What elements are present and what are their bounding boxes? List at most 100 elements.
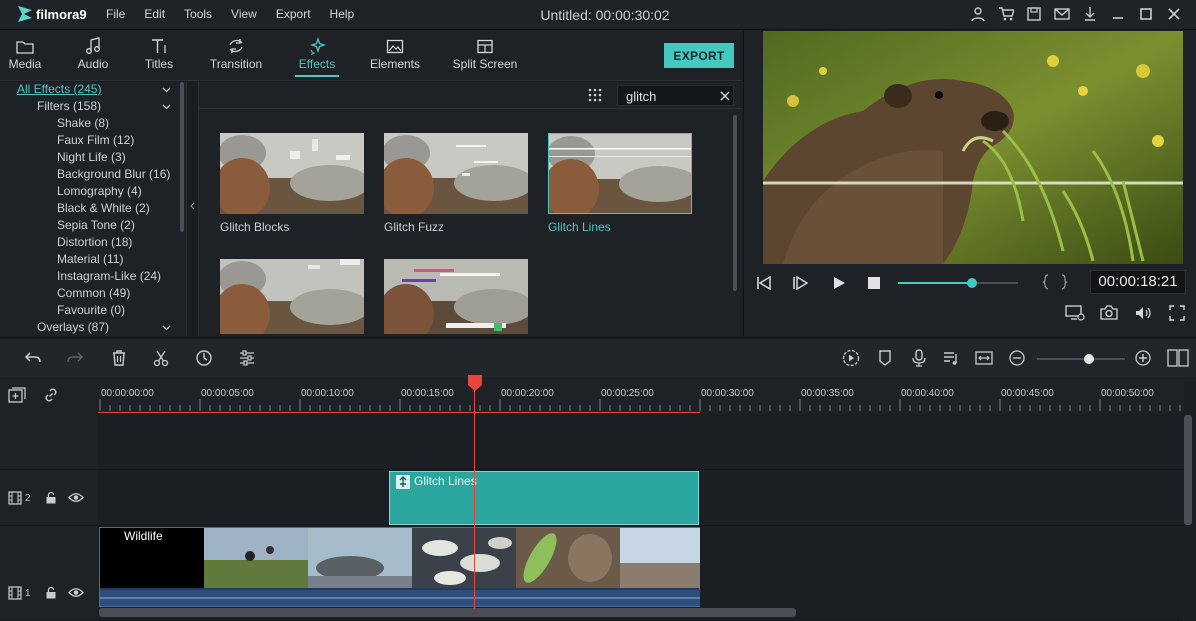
stop-icon[interactable] xyxy=(868,277,880,289)
timeline-horizontal-scrollbar[interactable] xyxy=(99,608,796,617)
speed-clock-icon[interactable] xyxy=(195,349,213,367)
close-icon[interactable] xyxy=(1166,6,1182,22)
tree-item[interactable]: Favourite (0) xyxy=(57,303,186,320)
minimize-icon[interactable] xyxy=(1110,6,1126,22)
video-preview xyxy=(763,31,1183,264)
tree-item[interactable]: Faux Film (12) xyxy=(57,133,186,150)
timeline-vertical-scrollbar[interactable] xyxy=(1184,415,1192,525)
glitch-effect-preview-image xyxy=(220,259,364,334)
ruler-label: 00:00:10:00 xyxy=(301,388,354,399)
fullscreen-icon[interactable] xyxy=(1169,305,1185,321)
image-icon xyxy=(386,39,404,54)
tab-media[interactable]: Media xyxy=(0,31,50,79)
tree-item[interactable]: Background Blur (16) xyxy=(57,167,186,184)
next-frame-icon[interactable] xyxy=(792,276,808,290)
tree-item[interactable]: Material (11) xyxy=(57,252,186,269)
tab-label: Audio xyxy=(77,57,109,71)
tree-item[interactable]: Distortion (18) xyxy=(57,235,186,252)
cart-icon[interactable] xyxy=(998,6,1014,22)
tree-item[interactable]: Common (49) xyxy=(57,286,186,303)
tree-all-effects[interactable]: All Effects (245) xyxy=(17,82,186,99)
tree-item[interactable]: Sepia Tone (2) xyxy=(57,218,186,235)
window-controls xyxy=(970,6,1182,22)
chevron-down-icon[interactable] xyxy=(162,87,171,93)
grid-view-icon[interactable] xyxy=(588,88,602,102)
tab-label: Titles xyxy=(144,57,174,71)
effect-thumbnail[interactable] xyxy=(384,259,528,334)
glitch-blocks-preview-image xyxy=(220,133,364,214)
maximize-icon[interactable] xyxy=(1138,6,1154,22)
tab-split-screen[interactable]: Split Screen xyxy=(450,31,520,79)
redo-icon[interactable] xyxy=(66,349,84,367)
tab-transition[interactable]: Transition xyxy=(203,31,269,79)
render-preview-icon[interactable] xyxy=(1065,305,1085,321)
mark-in-out-icon[interactable] xyxy=(1042,274,1068,290)
preview-progress-track[interactable] xyxy=(898,278,1018,288)
play-icon[interactable] xyxy=(832,276,846,290)
tree-item[interactable]: Night Life (3) xyxy=(57,150,186,167)
timeline-ruler[interactable]: 00:00:00:00 00:00:05:00 00:00:10:00 00:0… xyxy=(98,377,1184,414)
marker-icon[interactable] xyxy=(876,349,894,367)
zoom-slider-handle[interactable] xyxy=(1084,354,1094,364)
zoom-out-icon[interactable] xyxy=(1008,349,1026,367)
download-icon[interactable] xyxy=(1082,6,1098,22)
delete-icon[interactable] xyxy=(110,349,128,367)
clear-search-icon[interactable] xyxy=(720,91,730,101)
fit-timeline-icon[interactable] xyxy=(975,349,993,367)
preview-progress-fill xyxy=(898,282,973,284)
chevron-down-icon[interactable] xyxy=(162,104,171,110)
tree-scrollbar[interactable] xyxy=(180,82,184,232)
empty-track-lane xyxy=(99,413,1183,470)
render-icon[interactable] xyxy=(842,349,860,367)
add-track-icon[interactable] xyxy=(8,387,26,403)
effect-clip[interactable]: Glitch Lines xyxy=(389,471,699,525)
tab-label: Elements xyxy=(369,57,421,71)
effect-thumbnail[interactable] xyxy=(220,133,364,214)
video-clip[interactable]: Wildlife xyxy=(99,527,700,607)
playhead-handle-icon[interactable] xyxy=(467,375,483,391)
tab-titles[interactable]: Titles xyxy=(136,31,182,79)
tab-elements[interactable]: Elements xyxy=(366,31,424,79)
export-button[interactable]: EXPORT xyxy=(664,43,734,68)
tree-item[interactable]: Black & White (2) xyxy=(57,201,186,218)
ruler-label: 00:00:30:00 xyxy=(701,388,754,399)
tree-item[interactable]: Lomography (4) xyxy=(57,184,186,201)
effect-thumbnail[interactable] xyxy=(220,259,364,334)
snapshot-camera-icon[interactable] xyxy=(1100,305,1118,320)
ruler-label: 00:00:20:00 xyxy=(501,388,554,399)
volume-icon[interactable] xyxy=(1135,306,1153,320)
empty-track-header xyxy=(0,413,98,470)
search-input[interactable]: glitch xyxy=(617,85,734,106)
glitch-fuzz-preview-image xyxy=(384,133,528,214)
zoom-slider-track[interactable] xyxy=(1037,354,1125,364)
link-icon[interactable] xyxy=(43,387,59,403)
effect-thumbnail[interactable] xyxy=(384,133,528,214)
panel-divider[interactable] xyxy=(186,82,199,336)
effects-category-tree: All Effects (245) Filters (158) Shake (8… xyxy=(0,82,186,336)
mail-icon[interactable] xyxy=(1054,6,1070,22)
microphone-icon[interactable] xyxy=(910,349,928,367)
chevron-down-icon[interactable] xyxy=(162,325,171,331)
adjust-sliders-icon[interactable] xyxy=(238,349,256,367)
tab-audio[interactable]: Audio xyxy=(70,31,116,79)
cut-icon[interactable] xyxy=(152,349,170,367)
preview-progress-handle[interactable] xyxy=(967,278,978,288)
tab-effects[interactable]: Effects xyxy=(295,31,339,79)
grid-scrollbar[interactable] xyxy=(733,115,737,291)
zoom-in-icon[interactable] xyxy=(1134,349,1152,367)
eye-icon[interactable] xyxy=(68,587,84,598)
voiceover-list-icon[interactable] xyxy=(942,349,960,367)
panel-layout-icon[interactable] xyxy=(1167,349,1189,367)
account-icon[interactable] xyxy=(970,6,986,22)
tree-item[interactable]: Shake (8) xyxy=(57,116,186,133)
lock-icon[interactable] xyxy=(45,586,57,599)
effect-thumbnail-selected[interactable] xyxy=(548,133,692,214)
title-bar: filmora9 File Edit Tools View Export Hel… xyxy=(0,0,1196,30)
tree-item[interactable]: Instagram-Like (24) xyxy=(57,269,186,286)
lock-icon[interactable] xyxy=(45,491,57,504)
undo-icon[interactable] xyxy=(24,349,42,367)
save-icon[interactable] xyxy=(1026,6,1042,22)
search-value: glitch xyxy=(626,89,657,104)
previous-frame-icon[interactable] xyxy=(756,276,772,290)
eye-icon[interactable] xyxy=(68,492,84,503)
